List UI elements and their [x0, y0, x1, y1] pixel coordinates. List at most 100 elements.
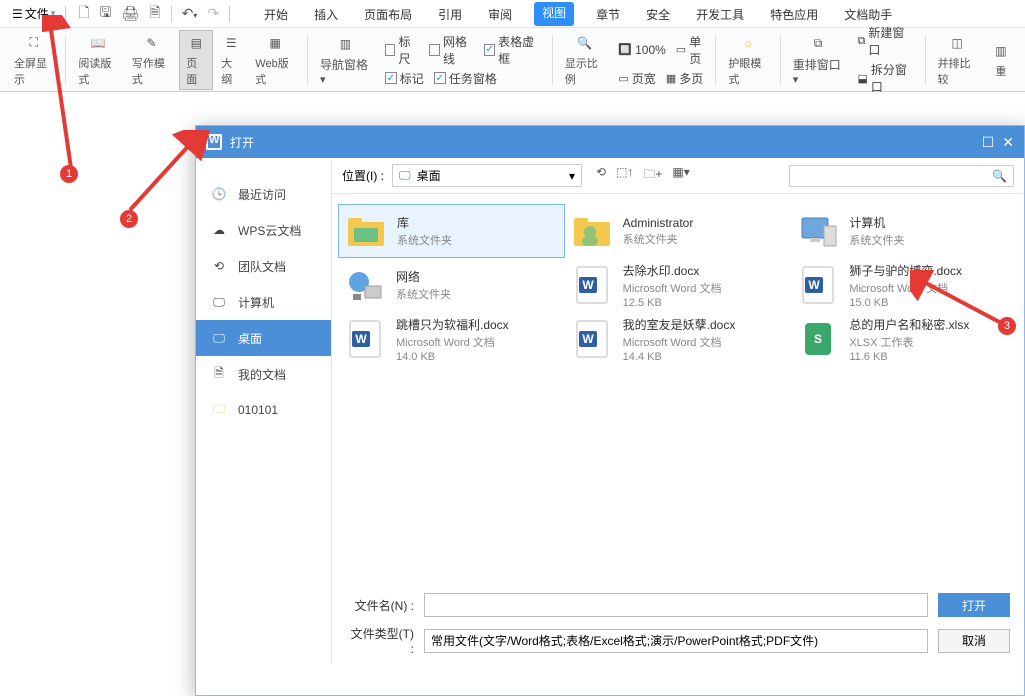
new-icon[interactable]: 🗋: [78, 2, 89, 26]
outline-button[interactable]: ☰大纲: [215, 31, 247, 89]
split-window-button[interactable]: ⬓ 拆分窗口: [857, 61, 912, 95]
folder-icon: 🗀: [210, 401, 228, 419]
navpane-icon: ▥: [335, 34, 355, 54]
separator: [715, 36, 716, 84]
sidebar-item-wpscloud[interactable]: ☁WPS云文档: [196, 212, 331, 248]
item-docx-jobhop[interactable]: W 跳槽只为软福利.docxMicrosoft Word 文档14.0 KB: [338, 312, 565, 366]
read-layout-button[interactable]: 📖阅读版式: [72, 31, 123, 89]
chevron-down-icon: ▾: [569, 169, 575, 183]
item-libraries[interactable]: 库系统文件夹: [338, 204, 565, 258]
ribbon: ⛶全屏显示 📖阅读版式 ✎写作模式 ▤页面 ☰大纲 ▦Web版式 ▥导航窗格 ▾…: [0, 28, 1025, 92]
up-button[interactable]: ⬚↑: [616, 165, 633, 186]
print-preview-icon[interactable]: 🗎: [149, 2, 160, 26]
single-page-button[interactable]: ▭ 单页: [676, 33, 704, 67]
tab-view[interactable]: 视图: [534, 2, 574, 26]
tab-review[interactable]: 审阅: [484, 2, 516, 26]
sidebar-item-desktop[interactable]: 🖵桌面: [196, 320, 331, 356]
tab-insert[interactable]: 插入: [310, 2, 342, 26]
tab-start[interactable]: 开始: [260, 2, 292, 26]
clock-icon: 🕓: [210, 185, 228, 203]
reset-pos-button[interactable]: ▥重: [985, 39, 1017, 81]
pagewidth-button[interactable]: ▭ 页宽: [618, 70, 655, 87]
tab-special[interactable]: 特色应用: [766, 2, 822, 26]
filetype-select[interactable]: 常用文件(文字/Word格式;表格/Excel格式;演示/PowerPoint格…: [424, 629, 928, 653]
desktop-icon: 🖵: [210, 329, 228, 347]
print-icon[interactable]: 🖨: [122, 5, 140, 22]
location-dropdown[interactable]: 🖵桌面 ▾: [392, 164, 582, 187]
computer-icon: [797, 210, 839, 252]
search-input[interactable]: 🔍: [789, 165, 1014, 187]
tab-chapter[interactable]: 章节: [592, 2, 624, 26]
filename-input[interactable]: [424, 593, 928, 617]
separator: [229, 6, 230, 22]
maximize-button[interactable]: ☐: [982, 134, 995, 151]
zoom-button[interactable]: 🔍显示比例: [559, 31, 610, 89]
tab-security[interactable]: 安全: [642, 2, 674, 26]
item-docx-watermark[interactable]: W 去除水印.docxMicrosoft Word 文档12.5 KB: [565, 258, 792, 312]
web-icon: ▦: [265, 33, 285, 53]
write-mode-button[interactable]: ✎写作模式: [126, 31, 177, 89]
item-xlsx-users[interactable]: S 总的用户名和秘密.xlsxXLSX 工作表11.6 KB: [791, 312, 1018, 366]
magnifier-icon: 🔍: [575, 33, 595, 53]
markup-checkbox[interactable]: ✓标记: [385, 70, 424, 87]
tab-devtools[interactable]: 开发工具: [692, 2, 748, 26]
sidebar-item-010101[interactable]: 🗀010101: [196, 392, 331, 428]
item-computer[interactable]: 计算机系统文件夹: [791, 204, 1018, 258]
gridlines-checkbox[interactable]: 网格线: [429, 33, 474, 67]
sidebar-item-team[interactable]: ⟲团队文档: [196, 248, 331, 284]
sidebar-item-computer[interactable]: 🖵计算机: [196, 284, 331, 320]
svg-text:S: S: [814, 332, 822, 346]
page-view-button[interactable]: ▤页面: [179, 30, 213, 90]
page-icon: ▤: [186, 33, 206, 53]
rearrange-button[interactable]: ⧉重排窗口 ▾: [787, 32, 850, 88]
tabledash-checkbox[interactable]: ✓表格虚框: [484, 33, 540, 67]
separator: [925, 36, 926, 84]
sun-icon: ☼: [738, 33, 758, 53]
tab-references[interactable]: 引用: [434, 2, 466, 26]
multipage-button[interactable]: ▦ 多页: [666, 70, 703, 87]
close-button[interactable]: ✕: [1002, 134, 1014, 151]
zoom-100-button[interactable]: 🔲 100%: [618, 43, 665, 57]
sidebar-item-recent[interactable]: 🕓最近访问: [196, 176, 331, 212]
undo-icon[interactable]: ↶▾: [182, 5, 198, 22]
separator: [780, 36, 781, 84]
dialog-footer: 文件名(N) : 打开 文件类型(T) : 常用文件(文字/Word格式;表格/…: [332, 591, 1024, 664]
nav-pane-button[interactable]: ▥导航窗格 ▾: [314, 32, 377, 88]
hamburger-icon: ☰: [12, 7, 23, 21]
sidebar-item-mydocs[interactable]: 🗎我的文档: [196, 356, 331, 392]
filetype-label: 文件类型(T) :: [346, 625, 414, 656]
svg-text:W: W: [809, 278, 821, 292]
pencil-icon: ✎: [142, 33, 162, 53]
item-docx-lion[interactable]: W 狮子与驴的博弈.docxMicrosoft Word 文档15.0 KB: [791, 258, 1018, 312]
item-administrator[interactable]: Administrator系统文件夹: [565, 204, 792, 258]
web-layout-button[interactable]: ▦Web版式: [249, 31, 301, 89]
taskpane-checkbox[interactable]: ✓任务窗格: [434, 70, 497, 87]
word-doc-icon: W: [571, 318, 613, 360]
network-icon: [344, 264, 386, 306]
svg-text:W: W: [355, 332, 367, 346]
new-window-button[interactable]: ⧉ 新建窗口: [857, 24, 912, 58]
tab-pagelayout[interactable]: 页面布局: [360, 2, 416, 26]
redo-icon[interactable]: ↷: [207, 5, 219, 22]
back-button[interactable]: ⟲: [596, 165, 606, 186]
open-button[interactable]: 打开: [938, 593, 1010, 617]
svg-text:W: W: [582, 278, 594, 292]
file-menu-label: 文件: [25, 5, 49, 22]
compare-button[interactable]: ◫并排比较: [931, 31, 982, 89]
item-network[interactable]: 网络系统文件夹: [338, 258, 565, 312]
separator: [171, 6, 172, 22]
item-docx-roommate[interactable]: W 我的室友是妖孽.docxMicrosoft Word 文档14.4 KB: [565, 312, 792, 366]
new-folder-button[interactable]: 🗀+: [643, 165, 662, 186]
ruler-checkbox[interactable]: 标尺: [385, 33, 419, 67]
cancel-button[interactable]: 取消: [938, 629, 1010, 653]
dialog-title: 打开: [230, 134, 254, 151]
save-icon[interactable]: 🖫: [100, 2, 112, 26]
word-doc-icon: W: [344, 318, 386, 360]
eyecare-button[interactable]: ☼护眼模式: [722, 31, 773, 89]
view-mode-button[interactable]: ▦▾: [672, 165, 689, 186]
tab-docassist[interactable]: 文档助手: [840, 2, 896, 26]
hamburger-file-menu[interactable]: ☰ 文件 ▾: [8, 3, 59, 24]
dialog-titlebar[interactable]: 打开 ☐ ✕: [196, 126, 1024, 158]
fullscreen-button[interactable]: ⛶全屏显示: [8, 31, 59, 89]
excel-doc-icon: S: [797, 318, 839, 360]
